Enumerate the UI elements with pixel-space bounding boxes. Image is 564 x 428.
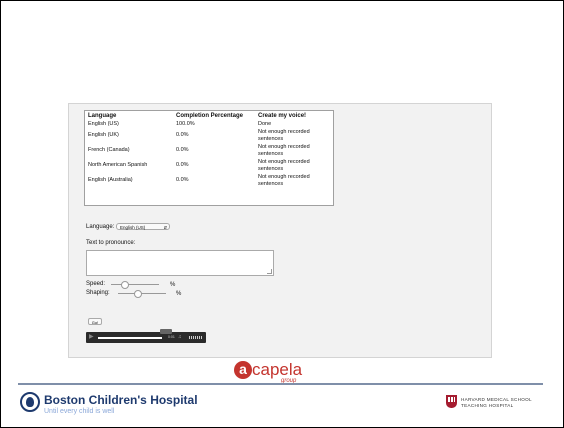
hospital-tagline: Until every child is well [44,408,115,415]
row-percent: 0.0% [176,147,189,154]
volume-level[interactable] [189,336,203,339]
text-to-pronounce-input[interactable] [86,250,274,276]
shaping-label: Shaping: [86,290,110,296]
language-row: Language: English (US) ⇵ [86,223,171,231]
footer-divider [18,383,543,385]
row-language: North American Spanish [88,162,148,169]
chevron-updown-icon: ⇵ [163,225,168,230]
acapela-wordmark: capela [252,360,303,379]
row-status: Not enough recorded sentences [258,129,310,142]
audio-time: 0:01 [168,335,175,339]
row-status: Not enough recorded sentences [258,174,310,187]
table-row: French (Canada) 0.0% Not enough recorded… [85,143,333,158]
row-language: English (Australia) [88,177,133,184]
header-create-voice: Create my voice! [258,113,307,119]
row-percent: 100.0% [176,120,195,127]
shaping-slider[interactable] [118,290,166,298]
row-status[interactable]: Done [255,120,333,128]
table-row: North American Spanish 0.0% Not enough r… [85,158,333,173]
language-table: Language Completion Percentage Create my… [84,110,334,206]
harvard-line2: TEACHING HOSPITAL [461,403,514,408]
row-status: Not enough recorded sentences [258,144,310,157]
header-language: Language [88,113,117,119]
speed-unit: % [170,282,176,288]
language-label: Language: [86,224,115,231]
harvard-affiliation: HARVARD MEDICAL SCHOOL TEACHING HOSPITAL [461,397,532,409]
language-select-value: English (US) [120,225,146,230]
row-percent: 0.0% [176,177,189,184]
speed-slider[interactable] [111,281,159,289]
speed-label: Speed: [86,281,106,287]
row-language: English (US) [88,120,119,127]
hospital-seal-icon [20,392,40,412]
row-percent: 0.0% [176,132,189,139]
row-language: English (UK) [88,132,119,139]
speed-slider-knob[interactable] [121,281,129,289]
audio-progress-bar[interactable] [98,337,162,339]
hospital-name: Boston Children's Hospital [44,393,198,407]
shaping-unit: % [176,291,182,297]
resize-grip-icon[interactable] [267,269,272,274]
harvard-shield-icon [446,395,457,408]
language-select[interactable]: English (US) ⇵ [116,223,171,230]
header-completion: Completion Percentage [176,113,244,119]
table-row: English (Australia) 0.0% Not enough reco… [85,173,333,188]
text-label: Text to pronounce: [86,240,136,246]
shaping-slider-knob[interactable] [134,290,142,298]
go-button[interactable]: Go! [88,318,102,325]
audio-player: ▶ 0:01 ♫ [86,332,206,343]
volume-icon[interactable]: ♫ [178,334,182,340]
table-row: English (UK) 0.0% Not enough recorded se… [85,128,333,143]
row-language: French (Canada) [88,147,130,154]
audio-time-tooltip [160,329,172,334]
row-percent: 0.0% [176,162,189,169]
row-status: Not enough recorded sentences [258,159,310,172]
acapela-logo-mark: a [234,361,252,379]
play-icon[interactable]: ▶ [89,334,94,341]
table-row: English (US) 100.0% Done [85,120,333,128]
